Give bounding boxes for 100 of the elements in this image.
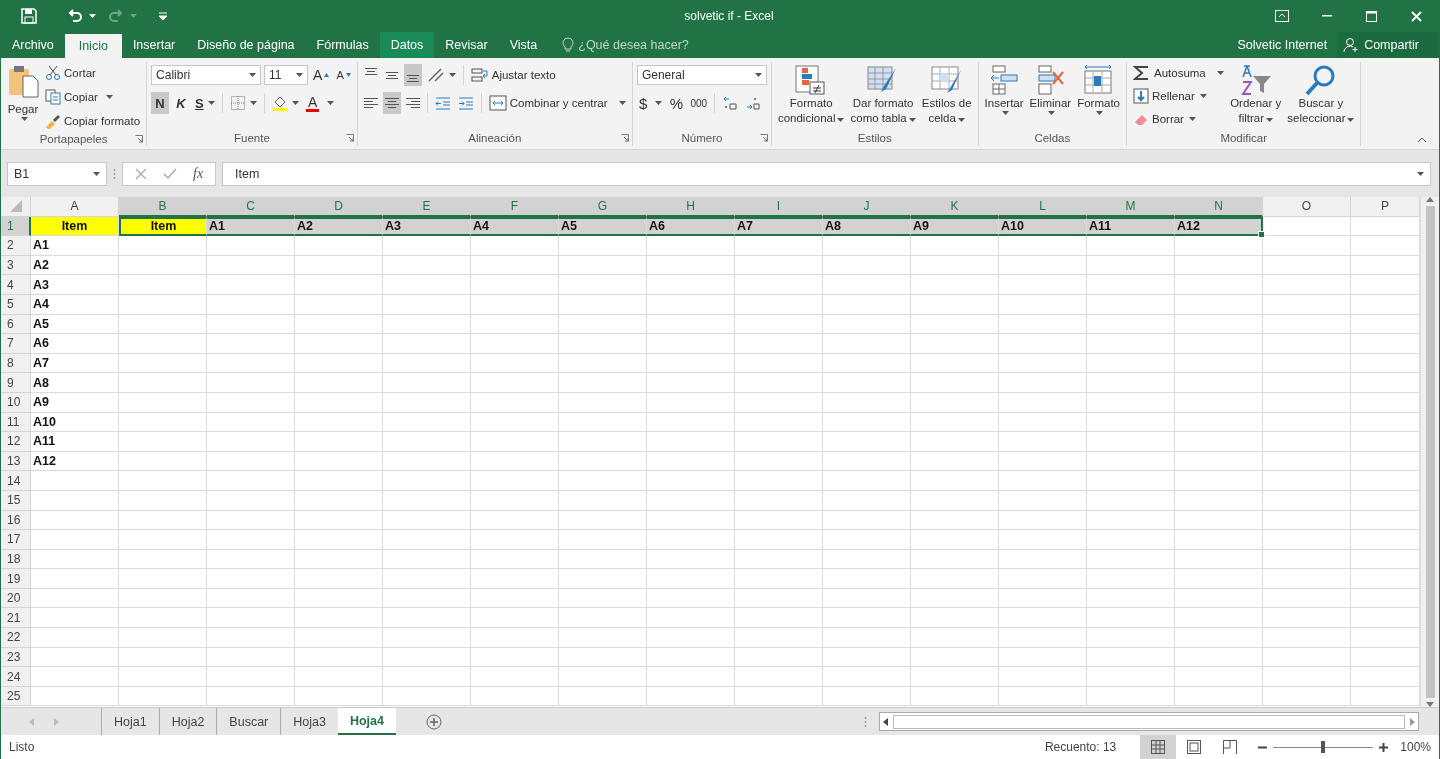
empty-cell[interactable]: [1087, 628, 1175, 648]
empty-cell[interactable]: [1087, 392, 1175, 413]
empty-cell[interactable]: [911, 255, 999, 276]
empty-cell[interactable]: [1263, 686, 1351, 707]
ribbon-button[interactable]: Estilos de celda: [919, 62, 974, 130]
empty-cell[interactable]: [383, 373, 471, 393]
sheet-tab[interactable]: Hoja2: [158, 708, 217, 735]
empty-cell[interactable]: [207, 353, 295, 374]
empty-cell[interactable]: [1175, 432, 1263, 452]
empty-cell[interactable]: [207, 255, 295, 276]
empty-cell[interactable]: [911, 471, 999, 491]
empty-cell[interactable]: [119, 412, 207, 433]
row-header[interactable]: 17: [1, 530, 31, 550]
empty-cell[interactable]: [471, 490, 559, 511]
grow-font-button[interactable]: A: [311, 64, 332, 86]
empty-cell[interactable]: [647, 588, 735, 609]
empty-cell[interactable]: [1263, 608, 1351, 629]
empty-cell[interactable]: [119, 451, 207, 472]
column-header[interactable]: D: [295, 197, 383, 217]
empty-cell[interactable]: [559, 588, 647, 609]
select-all-corner[interactable]: [1, 197, 31, 217]
empty-cell[interactable]: [559, 255, 647, 276]
empty-cell[interactable]: [1263, 373, 1351, 393]
empty-cell[interactable]: [647, 275, 735, 295]
empty-cell[interactable]: [383, 608, 471, 629]
empty-cell[interactable]: [1087, 412, 1175, 433]
empty-cell[interactable]: [999, 373, 1087, 393]
empty-cell[interactable]: [1175, 667, 1263, 687]
empty-cell[interactable]: [1087, 667, 1175, 687]
empty-cell[interactable]: [823, 608, 911, 629]
empty-cell[interactable]: [1263, 490, 1351, 511]
save-button[interactable]: [19, 6, 39, 26]
empty-cell[interactable]: [1263, 569, 1351, 589]
empty-cell[interactable]: [647, 490, 735, 511]
empty-cell[interactable]: [119, 667, 207, 687]
empty-cell[interactable]: [647, 608, 735, 629]
empty-cell[interactable]: [559, 314, 647, 335]
empty-cell[interactable]: [999, 412, 1087, 433]
sheet-tab[interactable]: Hoja3: [280, 708, 338, 735]
row-header[interactable]: 1: [1, 216, 31, 237]
fill-button[interactable]: Rellenar: [1131, 85, 1227, 107]
clear-button[interactable]: Borrar: [1131, 108, 1227, 130]
empty-cell[interactable]: [559, 275, 647, 295]
empty-cell[interactable]: [1263, 334, 1351, 354]
empty-cell[interactable]: [383, 471, 471, 491]
empty-cell[interactable]: [383, 628, 471, 648]
empty-cell[interactable]: [911, 588, 999, 609]
empty-cell[interactable]: [207, 294, 295, 315]
empty-cell[interactable]: [735, 530, 823, 550]
empty-cell[interactable]: [911, 334, 999, 354]
empty-cell[interactable]: [823, 392, 911, 413]
empty-cell[interactable]: [999, 392, 1087, 413]
empty-cell[interactable]: [471, 314, 559, 335]
empty-cell[interactable]: [559, 353, 647, 374]
row-header[interactable]: 2: [1, 236, 31, 256]
empty-cell[interactable]: [1175, 275, 1263, 295]
empty-cell[interactable]: [295, 451, 383, 472]
row-header[interactable]: 7: [1, 334, 31, 354]
empty-cell[interactable]: [1175, 647, 1263, 668]
empty-cell[interactable]: [647, 236, 735, 256]
empty-cell[interactable]: [1175, 510, 1263, 531]
empty-cell[interactable]: [1263, 667, 1351, 687]
empty-cell[interactable]: [999, 236, 1087, 256]
empty-cell[interactable]: [647, 432, 735, 452]
ribbon-tab[interactable]: Inicio: [64, 34, 122, 58]
empty-cell[interactable]: [207, 686, 295, 707]
ribbon-tab[interactable]: Datos: [379, 32, 435, 58]
empty-cell[interactable]: [207, 530, 295, 550]
row-header[interactable]: 25: [1, 686, 31, 707]
empty-cell[interactable]: [471, 373, 559, 393]
empty-cell[interactable]: [383, 392, 471, 413]
empty-cell[interactable]: [383, 412, 471, 433]
sheet-tab[interactable]: Buscar: [216, 708, 281, 735]
empty-cell[interactable]: [647, 392, 735, 413]
empty-cell[interactable]: [383, 294, 471, 315]
empty-cell[interactable]: [559, 432, 647, 452]
empty-cell[interactable]: [559, 628, 647, 648]
empty-cell[interactable]: [1087, 334, 1175, 354]
empty-cell[interactable]: [1263, 236, 1351, 256]
empty-cell[interactable]: [383, 451, 471, 472]
empty-cell[interactable]: [295, 432, 383, 452]
empty-cell[interactable]: [999, 432, 1087, 452]
column-header[interactable]: C: [207, 197, 295, 217]
empty-cell[interactable]: [1175, 471, 1263, 491]
empty-cell[interactable]: [999, 314, 1087, 335]
row-header[interactable]: 13: [1, 451, 31, 472]
empty-cell[interactable]: [647, 471, 735, 491]
empty-cell[interactable]: [207, 608, 295, 629]
empty-cell[interactable]: [999, 353, 1087, 374]
empty-cell[interactable]: [735, 412, 823, 433]
empty-cell[interactable]: [471, 392, 559, 413]
empty-cell[interactable]: [383, 490, 471, 511]
empty-cell[interactable]: [119, 490, 207, 511]
ribbon-tab[interactable]: Archivo: [1, 32, 65, 58]
empty-cell[interactable]: [1263, 392, 1351, 413]
table-cell[interactable]: A9: [911, 216, 999, 237]
empty-cell[interactable]: [735, 667, 823, 687]
empty-cell[interactable]: [823, 353, 911, 374]
empty-cell[interactable]: [823, 588, 911, 609]
table-cell[interactable]: Item: [31, 216, 119, 237]
